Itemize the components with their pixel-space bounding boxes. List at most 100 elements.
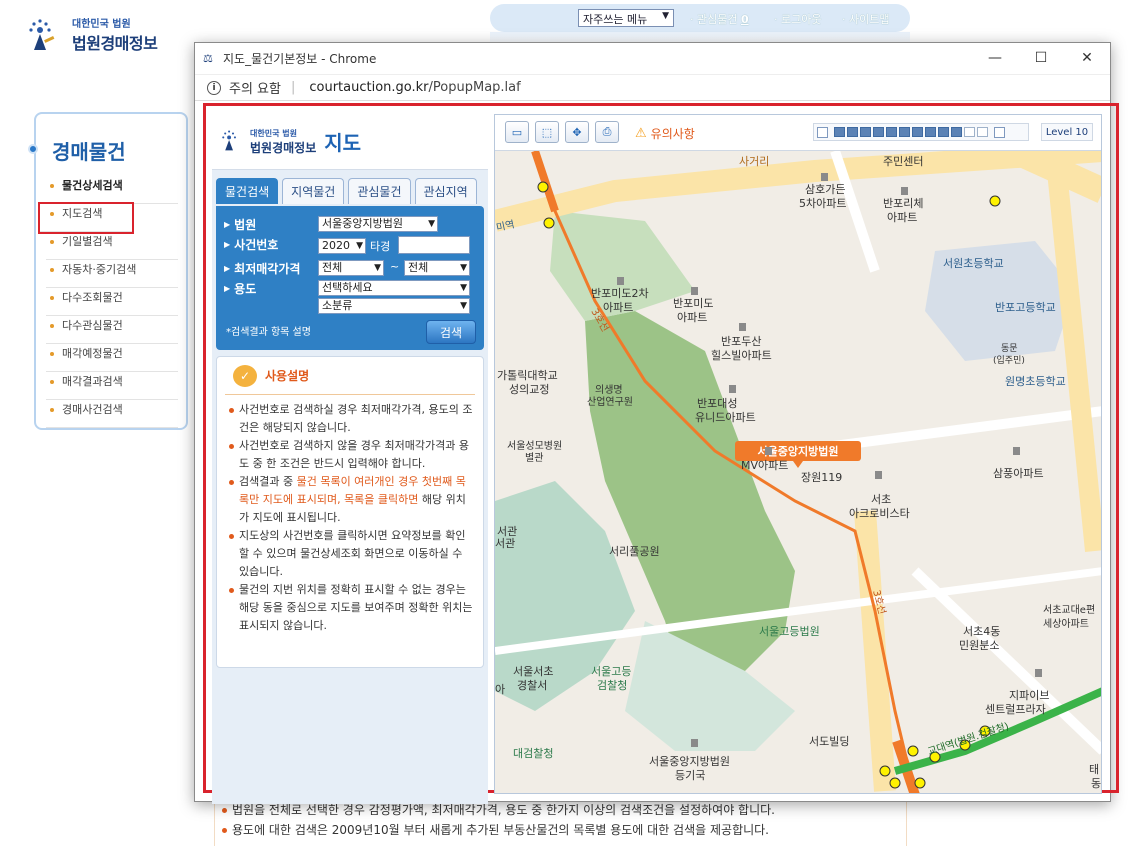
sidebar-item-detail-search[interactable]: 물건상세검색 [46, 176, 178, 204]
building-icon [691, 739, 698, 747]
min-price-from-select[interactable]: 전체 ▼ [318, 260, 384, 276]
station-marker [907, 745, 919, 757]
window-controls: — ☐ ✕ [972, 43, 1110, 73]
tab-item-search[interactable]: 물건검색 [216, 178, 279, 204]
window-titlebar[interactable]: ⚖ 지도_물건기본정보 - Chrome — ☐ ✕ [195, 43, 1110, 75]
zoom-step[interactable] [977, 127, 988, 137]
min-price-to-select[interactable]: 전체 ▼ [404, 260, 470, 276]
usage-guide: ✓ 사용설명 사건번호로 검색하실 경우 최저매각가격, 용도의 조건은 해당되… [216, 356, 484, 668]
logout-label: 로그아웃 [781, 13, 822, 26]
min-price-row: ▶ 최저매각가격 [224, 260, 300, 277]
zoom-step[interactable] [964, 127, 975, 137]
tab-interest-items[interactable]: 관심물건 [348, 178, 411, 204]
zoom-out-icon[interactable] [817, 126, 828, 138]
usage-title: 사용설명 [265, 369, 310, 383]
use-select[interactable]: 선택하세요 ▼ [318, 280, 470, 296]
usage-header: ✓ 사용설명 [225, 357, 475, 395]
top-utility-bar: 자주쓰는 메뉴 ▼ · 관심물건 0 · 로그아웃 · 사이트맵 [490, 4, 910, 32]
map-label: 의생명 [595, 384, 623, 396]
maximize-icon[interactable]: ☐ [1018, 43, 1064, 73]
site-logo[interactable]: 대한민국 법원 법원경매정보 [26, 14, 158, 54]
map-canvas[interactable]: 서울중앙지방법원 사거리 주민센터 삼호가든 5차아파트 반포리체 아파트 서원… [495, 151, 1102, 794]
min-price-from-value: 전체 [322, 261, 343, 274]
map-label: 아 [495, 683, 505, 696]
chevron-down-icon: ▼ [460, 301, 467, 311]
site-logo-title: 법원경매정보 [72, 33, 158, 53]
court-favicon-icon: ⚖ [203, 51, 213, 65]
select-area-icon[interactable]: ⬚ [535, 121, 559, 143]
map-label: 지파이브 [1009, 689, 1049, 702]
security-label: 주의 요함 [229, 82, 281, 97]
url-path: /PopupMap.laf [428, 80, 521, 95]
usage-list: 사건번호로 검색하실 경우 최저매각가격, 용도의 조건은 해당되지 않습니다.… [217, 395, 483, 635]
result-help-link[interactable]: *검색결과 항목 설명 [226, 323, 311, 338]
zoom-in-icon[interactable] [994, 126, 1005, 138]
map-label: 반포대성 [697, 397, 737, 410]
building-icon [901, 187, 908, 195]
print-icon[interactable]: ⎙ [595, 121, 619, 143]
case-year-select[interactable]: 2020 ▼ [318, 238, 366, 254]
zoom-step[interactable] [951, 127, 962, 137]
usage-item: 검색결과 중 물건 목록이 여러개인 경우 첫번째 목록만 지도에 표시되며, … [227, 473, 475, 527]
sitemap-link[interactable]: · 사이트맵 [842, 11, 889, 27]
usage-item: 사건번호로 검색하실 경우 최저매각가격, 용도의 조건은 해당되지 않습니다. [227, 401, 475, 437]
zoom-step[interactable] [834, 127, 845, 137]
use-sub-select[interactable]: 소분류 ▼ [318, 298, 470, 314]
zoom-step[interactable] [886, 127, 897, 137]
court-select-value: 서울중앙지방법원 [322, 217, 403, 230]
zoom-step[interactable] [925, 127, 936, 137]
sidebar-item-case-search[interactable]: 경매사건검색 [46, 400, 178, 428]
caution-link[interactable]: ⚠ 유의사항 [635, 125, 695, 142]
map-label: 삼호가든 [805, 183, 845, 196]
zoom-step[interactable] [938, 127, 949, 137]
case-year-value: 2020 [322, 239, 350, 252]
measure-distance-icon[interactable]: ▭ [505, 121, 529, 143]
zoom-step[interactable] [847, 127, 858, 137]
station-marker [889, 777, 901, 789]
usage-item: 물건의 지번 위치를 정확히 표시할 수 없는 경우는 해당 동을 중심으로 지… [227, 581, 475, 635]
map-label: 성의교정 [509, 383, 549, 396]
sidebar-item-map-search[interactable]: 지도검색 [38, 202, 134, 234]
info-icon[interactable]: i [207, 80, 221, 95]
map-label: (입주민) [993, 354, 1025, 366]
zoom-slider[interactable] [813, 123, 1029, 141]
case-number-input[interactable] [398, 236, 470, 254]
address-bar[interactable]: i 주의 요함 | courtauction.go.kr/PopupMap.la… [195, 75, 1110, 101]
tab-interest-region[interactable]: 관심지역 [414, 178, 477, 204]
zoom-step[interactable] [912, 127, 923, 137]
note-item: 용도에 대한 검색은 2009년10월 부터 새롭게 추가된 부동산물건의 목록… [222, 820, 922, 840]
minimize-icon[interactable]: — [972, 43, 1018, 73]
pan-move-icon[interactable]: ✥ [565, 121, 589, 143]
map-label: 등기국 [675, 769, 705, 782]
map-view[interactable]: ▭ ⬚ ✥ ⎙ ⚠ 유의사항 Level 10 서울중앙지방법원 사거리 주민센… [494, 114, 1102, 794]
interest-items-link[interactable]: · 관심물건 0 [690, 11, 749, 27]
court-select[interactable]: 서울중앙지방법원 ▼ [318, 216, 438, 232]
zoom-step[interactable] [899, 127, 910, 137]
map-label: 동문 [1001, 343, 1018, 354]
sidebar-item-vehicle-search[interactable]: 자동차·중기검색 [46, 260, 178, 288]
sidebar-item-sale-result[interactable]: 매각결과검색 [46, 372, 178, 400]
caution-label: 유의사항 [650, 127, 695, 141]
close-icon[interactable]: ✕ [1064, 43, 1110, 73]
url-text: courtauction.go.kr/PopupMap.laf [309, 80, 520, 95]
map-label: 서울고등법원 [759, 625, 820, 638]
map-label: 대검찰청 [513, 747, 553, 760]
map-label: 아파트 [887, 211, 917, 224]
zoom-step[interactable] [860, 127, 871, 137]
sidebar-item-scheduled-sale[interactable]: 매각예정물건 [46, 344, 178, 372]
map-label: 서울서초 [513, 665, 553, 678]
tab-region-items[interactable]: 지역물건 [282, 178, 345, 204]
popup-window: ⚖ 지도_물건기본정보 - Chrome — ☐ ✕ i 주의 요함 | cou… [194, 42, 1119, 804]
station-marker [879, 765, 891, 777]
favorite-menu-select[interactable]: 자주쓰는 메뉴 ▼ [578, 9, 674, 27]
sidebar-item-most-viewed[interactable]: 다수조회물건 [46, 288, 178, 316]
map-label: 서울성모병원 [507, 440, 562, 452]
search-button[interactable]: 검색 [426, 320, 476, 344]
map-toolbar: ▭ ⬚ ✥ ⎙ ⚠ 유의사항 Level 10 [495, 115, 1101, 151]
sidebar-item-date-search[interactable]: 기일별검색 [46, 232, 178, 260]
zoom-step[interactable] [873, 127, 884, 137]
logout-link[interactable]: · 로그아웃 [774, 11, 821, 27]
use-label: 용도 [234, 282, 257, 296]
sidebar-item-most-interest[interactable]: 다수관심물건 [46, 316, 178, 344]
min-price-to-value: 전체 [408, 261, 429, 274]
